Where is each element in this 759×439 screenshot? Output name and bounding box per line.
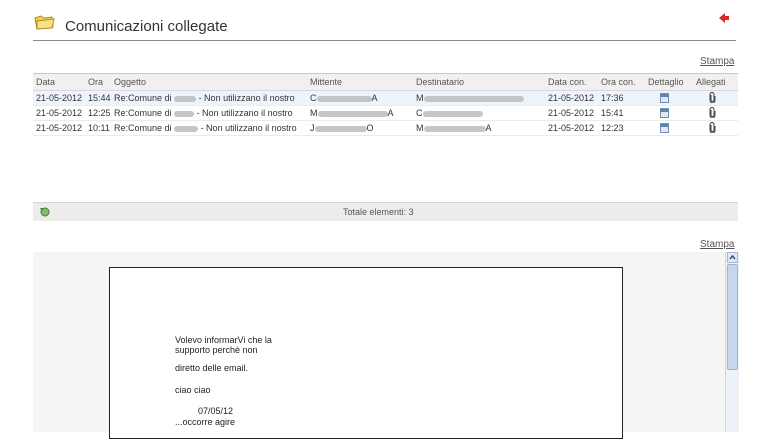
preview-line: Volevo informarVi che la [175, 335, 272, 345]
scroll-thumb[interactable] [727, 264, 738, 370]
cell-mittente: JO [310, 123, 374, 133]
column-header-destinatario[interactable]: Destinatario [416, 77, 464, 87]
column-header-data-con[interactable]: Data con. [548, 77, 587, 87]
cell-destinatario: C [416, 108, 541, 118]
cell-ora: 10:11 [88, 123, 110, 133]
paperclip-icon[interactable] [709, 107, 716, 118]
cell-mittente: CA [310, 93, 378, 103]
cell-data-con: 21-05-2012 [548, 123, 595, 133]
table-row[interactable]: 21-05-2012 12:25 Re:Comune di - Non util… [33, 106, 738, 121]
document-page: Volevo informarVi che la supporto perchè… [109, 267, 623, 439]
detail-icon[interactable] [660, 93, 669, 103]
cell-data: 21-05-2012 [36, 123, 83, 133]
detail-icon[interactable] [660, 123, 669, 133]
cell-ora: 12:25 [88, 108, 111, 118]
cell-destinatario: M [416, 93, 541, 103]
cell-mittente: MA [310, 108, 394, 118]
print-link[interactable]: Stampa [700, 239, 734, 250]
cell-data: 21-05-2012 [36, 93, 83, 103]
table-row[interactable]: 21-05-2012 10:11 Re:Comune di - Non util… [33, 121, 738, 136]
total-elements: Totale elementi: 3 [343, 207, 414, 217]
cell-data-con: 21-05-2012 [548, 93, 595, 103]
table-row[interactable]: 21-05-2012 15:44 Re:Comune di - Non util… [33, 91, 738, 106]
communications-grid: Data Ora Oggetto Mittente Destinatario D… [33, 73, 738, 221]
document-preview: Volevo informarVi che la supporto perchè… [33, 252, 739, 439]
cell-ora-con: 15:41 [601, 108, 624, 118]
grid-header: Data Ora Oggetto Mittente Destinatario D… [33, 74, 738, 91]
cell-destinatario: MA [416, 123, 492, 133]
detail-icon[interactable] [660, 108, 669, 118]
column-header-data[interactable]: Data [36, 77, 55, 87]
column-header-ora-con[interactable]: Ora con. [601, 77, 636, 87]
cell-ora: 15:44 [88, 93, 111, 103]
chevron-up-icon [729, 254, 736, 260]
preview-line: ciao ciao [175, 385, 211, 395]
preview-line: 07/05/12 [198, 406, 234, 416]
column-header-mittente[interactable]: Mittente [310, 77, 342, 87]
paperclip-icon[interactable] [709, 92, 716, 103]
refresh-icon[interactable] [39, 206, 51, 217]
column-header-oggetto[interactable]: Oggetto [114, 77, 146, 87]
cell-oggetto: Re:Comune di - Non utilizzano il nostro [114, 123, 297, 133]
scroll-up-button[interactable] [727, 252, 738, 263]
column-header-dettaglio[interactable]: Dettaglio [648, 77, 684, 87]
preview-line: ...occorre agire [175, 417, 236, 427]
grid-body: 21-05-2012 15:44 Re:Comune di - Non util… [33, 91, 738, 203]
cell-ora-con: 17:36 [601, 93, 624, 103]
page-title: Comunicazioni collegate [65, 18, 228, 35]
folder-icon [34, 15, 55, 30]
preview-line: diretto delle email. [175, 363, 249, 373]
vertical-scrollbar[interactable] [725, 252, 739, 432]
column-header-ora[interactable]: Ora [88, 77, 103, 87]
grid-footer: Totale elementi: 3 [33, 202, 738, 221]
cell-data: 21-05-2012 [36, 108, 83, 118]
panel-header: Comunicazioni collegate [33, 8, 736, 41]
print-link[interactable]: Stampa [700, 56, 734, 67]
cell-oggetto: Re:Comune di - Non utilizzano il nostro [114, 93, 295, 103]
back-arrow-icon[interactable] [718, 12, 730, 24]
column-header-allegati[interactable]: Allegati [696, 77, 726, 87]
paperclip-icon[interactable] [709, 122, 716, 133]
cell-data-con: 21-05-2012 [548, 108, 595, 118]
cell-oggetto: Re:Comune di - Non utilizzano il nostro [114, 108, 293, 118]
cell-ora-con: 12:23 [601, 123, 624, 133]
preview-line: supporto perchè non [175, 345, 258, 355]
